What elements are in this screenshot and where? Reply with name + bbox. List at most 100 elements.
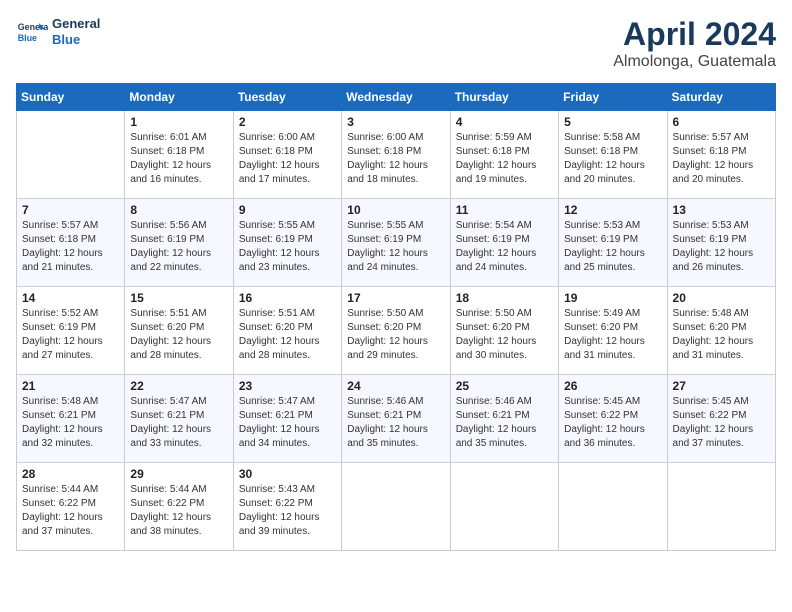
calendar-cell: 5 Sunrise: 5:58 AM Sunset: 6:18 PM Daylig…: [559, 111, 667, 199]
calendar-table: SundayMondayTuesdayWednesdayThursdayFrid…: [16, 83, 776, 551]
day-info: Sunrise: 5:47 AM Sunset: 6:21 PM Dayligh…: [130, 395, 227, 451]
calendar-cell: 25 Sunrise: 5:46 AM Sunset: 6:21 PM Dayli…: [450, 375, 558, 463]
logo: General Blue General Blue: [16, 16, 100, 48]
calendar-cell: 23 Sunrise: 5:47 AM Sunset: 6:21 PM Dayli…: [233, 375, 341, 463]
calendar-cell: [342, 463, 450, 551]
day-number: 4: [456, 115, 553, 129]
column-header-tuesday: Tuesday: [233, 84, 341, 111]
day-number: 7: [22, 203, 119, 217]
location-subtitle: Almolonga, Guatemala: [613, 53, 776, 71]
svg-text:General: General: [18, 22, 48, 32]
calendar-cell: 20Sunrise: 5:48 AM Sunset: 6:20 PM Dayli…: [667, 287, 775, 375]
calendar-cell: 24 Sunrise: 5:46 AM Sunset: 6:21 PM Dayli…: [342, 375, 450, 463]
calendar-cell: 30Sunrise: 5:43 AM Sunset: 6:22 PM Dayli…: [233, 463, 341, 551]
day-info: Sunrise: 5:53 AM Sunset: 6:19 PM Dayligh…: [673, 219, 770, 275]
calendar-header-row: SundayMondayTuesdayWednesdayThursdayFrid…: [17, 84, 776, 111]
day-number: 28: [22, 467, 119, 481]
calendar-cell: 15 Sunrise: 5:51 AM Sunset: 6:20 PM Dayli…: [125, 287, 233, 375]
calendar-cell: 26Sunrise: 5:45 AM Sunset: 6:22 PM Dayli…: [559, 375, 667, 463]
calendar-cell: [559, 463, 667, 551]
calendar-cell: 18 Sunrise: 5:50 AM Sunset: 6:20 PM Dayli…: [450, 287, 558, 375]
day-number: 15: [130, 291, 227, 305]
week-row-1: 1 Sunrise: 6:01 AM Sunset: 6:18 PM Daylig…: [17, 111, 776, 199]
day-info: Sunrise: 5:48 AM Sunset: 6:20 PM Dayligh…: [673, 307, 770, 363]
calendar-cell: 27Sunrise: 5:45 AM Sunset: 6:22 PM Dayli…: [667, 375, 775, 463]
day-number: 9: [239, 203, 336, 217]
calendar-cell: 28 Sunrise: 5:44 AM Sunset: 6:22 PM Dayli…: [17, 463, 125, 551]
day-info: Sunrise: 5:51 AM Sunset: 6:20 PM Dayligh…: [130, 307, 227, 363]
day-number: 21: [22, 379, 119, 393]
calendar-cell: 11Sunrise: 5:54 AM Sunset: 6:19 PM Dayli…: [450, 199, 558, 287]
day-info: Sunrise: 5:46 AM Sunset: 6:21 PM Dayligh…: [347, 395, 444, 451]
day-info: Sunrise: 5:48 AM Sunset: 6:21 PM Dayligh…: [22, 395, 119, 451]
day-number: 12: [564, 203, 661, 217]
calendar-cell: 8 Sunrise: 5:56 AM Sunset: 6:19 PM Daylig…: [125, 199, 233, 287]
day-info: Sunrise: 6:01 AM Sunset: 6:18 PM Dayligh…: [130, 131, 227, 187]
month-title: April 2024: [613, 16, 776, 53]
day-info: Sunrise: 5:45 AM Sunset: 6:22 PM Dayligh…: [673, 395, 770, 451]
calendar-cell: 14 Sunrise: 5:52 AM Sunset: 6:19 PM Dayli…: [17, 287, 125, 375]
calendar-cell: 29 Sunrise: 5:44 AM Sunset: 6:22 PM Dayli…: [125, 463, 233, 551]
column-header-thursday: Thursday: [450, 84, 558, 111]
day-info: Sunrise: 5:59 AM Sunset: 6:18 PM Dayligh…: [456, 131, 553, 187]
day-info: Sunrise: 5:55 AM Sunset: 6:19 PM Dayligh…: [347, 219, 444, 275]
day-number: 29: [130, 467, 227, 481]
day-number: 2: [239, 115, 336, 129]
day-info: Sunrise: 6:00 AM Sunset: 6:18 PM Dayligh…: [239, 131, 336, 187]
day-number: 25: [456, 379, 553, 393]
day-number: 8: [130, 203, 227, 217]
day-number: 24: [347, 379, 444, 393]
calendar-cell: 13 Sunrise: 5:53 AM Sunset: 6:19 PM Dayli…: [667, 199, 775, 287]
calendar-cell: [17, 111, 125, 199]
day-number: 3: [347, 115, 444, 129]
week-row-2: 7Sunrise: 5:57 AM Sunset: 6:18 PM Daylig…: [17, 199, 776, 287]
day-number: 23: [239, 379, 336, 393]
calendar-cell: [450, 463, 558, 551]
day-info: Sunrise: 5:56 AM Sunset: 6:19 PM Dayligh…: [130, 219, 227, 275]
column-header-wednesday: Wednesday: [342, 84, 450, 111]
column-header-sunday: Sunday: [17, 84, 125, 111]
calendar-cell: 2 Sunrise: 6:00 AM Sunset: 6:18 PM Daylig…: [233, 111, 341, 199]
day-info: Sunrise: 6:00 AM Sunset: 6:18 PM Dayligh…: [347, 131, 444, 187]
day-info: Sunrise: 5:50 AM Sunset: 6:20 PM Dayligh…: [347, 307, 444, 363]
calendar-cell: 1 Sunrise: 6:01 AM Sunset: 6:18 PM Daylig…: [125, 111, 233, 199]
day-info: Sunrise: 5:57 AM Sunset: 6:18 PM Dayligh…: [673, 131, 770, 187]
day-info: Sunrise: 5:44 AM Sunset: 6:22 PM Dayligh…: [22, 483, 119, 539]
calendar-cell: 4 Sunrise: 5:59 AM Sunset: 6:18 PM Daylig…: [450, 111, 558, 199]
calendar-cell: 22Sunrise: 5:47 AM Sunset: 6:21 PM Dayli…: [125, 375, 233, 463]
logo-text-line1: General: [52, 16, 100, 32]
day-info: Sunrise: 5:51 AM Sunset: 6:20 PM Dayligh…: [239, 307, 336, 363]
day-info: Sunrise: 5:54 AM Sunset: 6:19 PM Dayligh…: [456, 219, 553, 275]
day-info: Sunrise: 5:52 AM Sunset: 6:19 PM Dayligh…: [22, 307, 119, 363]
calendar-cell: 17 Sunrise: 5:50 AM Sunset: 6:20 PM Dayli…: [342, 287, 450, 375]
day-info: Sunrise: 5:58 AM Sunset: 6:18 PM Dayligh…: [564, 131, 661, 187]
calendar-cell: 10 Sunrise: 5:55 AM Sunset: 6:19 PM Dayli…: [342, 199, 450, 287]
calendar-cell: 19Sunrise: 5:49 AM Sunset: 6:20 PM Dayli…: [559, 287, 667, 375]
title-block: April 2024 Almolonga, Guatemala: [613, 16, 776, 71]
svg-text:Blue: Blue: [18, 33, 37, 43]
day-number: 1: [130, 115, 227, 129]
calendar-cell: 16 Sunrise: 5:51 AM Sunset: 6:20 PM Dayli…: [233, 287, 341, 375]
day-info: Sunrise: 5:46 AM Sunset: 6:21 PM Dayligh…: [456, 395, 553, 451]
day-number: 16: [239, 291, 336, 305]
column-header-monday: Monday: [125, 84, 233, 111]
page-header: General Blue General Blue April 2024 Alm…: [16, 16, 776, 71]
column-header-saturday: Saturday: [667, 84, 775, 111]
logo-icon: General Blue: [16, 16, 48, 48]
calendar-cell: 9Sunrise: 5:55 AM Sunset: 6:19 PM Daylig…: [233, 199, 341, 287]
week-row-5: 28 Sunrise: 5:44 AM Sunset: 6:22 PM Dayli…: [17, 463, 776, 551]
day-info: Sunrise: 5:47 AM Sunset: 6:21 PM Dayligh…: [239, 395, 336, 451]
column-header-friday: Friday: [559, 84, 667, 111]
day-number: 5: [564, 115, 661, 129]
day-number: 6: [673, 115, 770, 129]
day-info: Sunrise: 5:50 AM Sunset: 6:20 PM Dayligh…: [456, 307, 553, 363]
day-number: 13: [673, 203, 770, 217]
day-number: 17: [347, 291, 444, 305]
logo-text-line2: Blue: [52, 32, 100, 48]
day-info: Sunrise: 5:44 AM Sunset: 6:22 PM Dayligh…: [130, 483, 227, 539]
day-number: 14: [22, 291, 119, 305]
day-info: Sunrise: 5:53 AM Sunset: 6:19 PM Dayligh…: [564, 219, 661, 275]
day-number: 26: [564, 379, 661, 393]
day-number: 18: [456, 291, 553, 305]
day-number: 10: [347, 203, 444, 217]
